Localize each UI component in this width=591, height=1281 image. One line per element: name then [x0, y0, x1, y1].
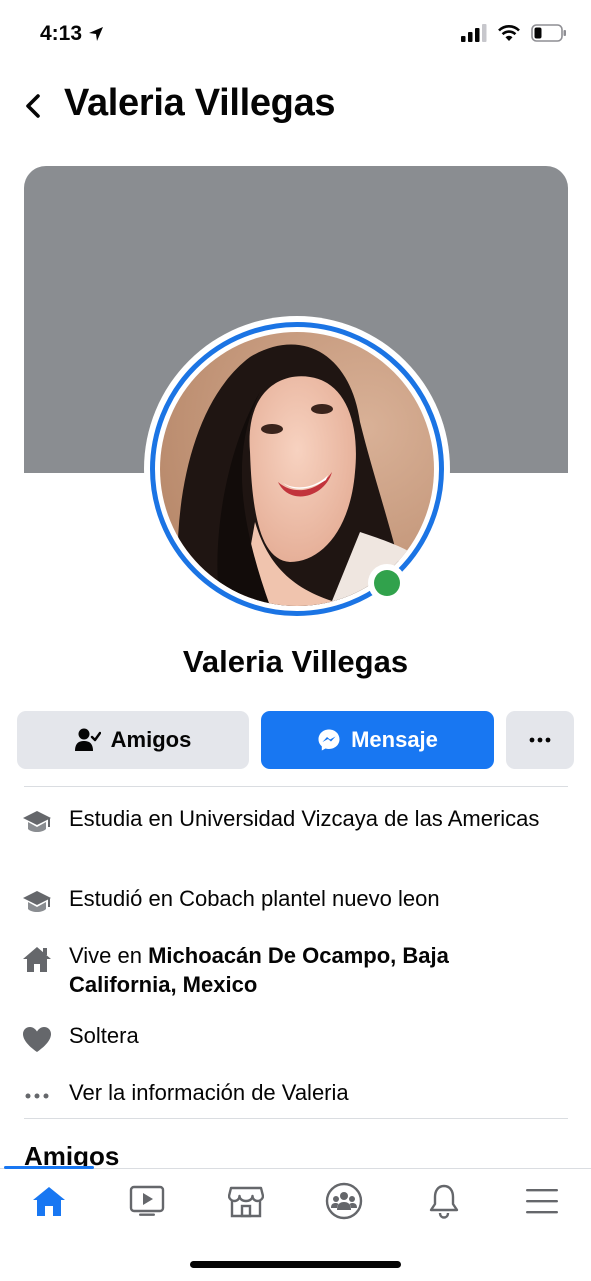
- active-tab-indicator: [4, 1166, 94, 1169]
- info-item-relationship: Soltera: [22, 1021, 562, 1054]
- video-icon: [129, 1185, 165, 1216]
- more-options-button[interactable]: [506, 711, 574, 769]
- online-status-dot: [374, 570, 400, 596]
- home-icon: [33, 1187, 65, 1216]
- info-relationship-text: Soltera: [69, 1023, 139, 1048]
- friends-check-icon: [74, 728, 101, 751]
- message-button-label: Mensaje: [351, 727, 438, 752]
- more-dots-icon: [22, 1081, 52, 1111]
- info-study-current-text: Estudia en Universidad Vizcaya de las Am…: [69, 806, 540, 831]
- see-more-info-text: Ver la información de Valeria: [69, 1080, 349, 1105]
- tab-home[interactable]: [19, 1178, 79, 1224]
- message-button[interactable]: Mensaje: [261, 711, 494, 769]
- notifications-icon: [429, 1184, 459, 1219]
- menu-icon: [526, 1189, 558, 1214]
- page-title: Valeria Villegas: [64, 82, 336, 124]
- back-button[interactable]: [18, 88, 48, 124]
- friends-button[interactable]: Amigos: [17, 711, 249, 769]
- cellular-signal-icon: [461, 24, 487, 42]
- home-icon: [22, 944, 52, 974]
- heart-icon: [22, 1024, 52, 1054]
- location-arrow-icon: [89, 27, 104, 41]
- section-divider: [24, 786, 568, 787]
- home-indicator: [190, 1261, 401, 1268]
- tab-watch[interactable]: [117, 1178, 177, 1224]
- chevron-left-icon: [26, 94, 40, 118]
- info-study-past-text: Estudió en Cobach plantel nuevo leon: [69, 886, 440, 911]
- tab-menu[interactable]: [512, 1178, 572, 1224]
- battery-icon: [531, 24, 566, 42]
- graduation-cap-icon: [22, 887, 52, 917]
- wifi-icon: [498, 25, 520, 41]
- see-more-info-link[interactable]: Ver la información de Valeria: [22, 1078, 562, 1111]
- tab-notifications[interactable]: [414, 1178, 474, 1224]
- status-indicators: [461, 24, 567, 42]
- tab-groups[interactable]: [314, 1178, 374, 1224]
- section-divider: [24, 1118, 568, 1119]
- messenger-icon: [318, 729, 340, 751]
- tab-marketplace[interactable]: [216, 1178, 276, 1224]
- marketplace-icon: [228, 1186, 264, 1218]
- friends-button-label: Amigos: [110, 727, 192, 752]
- info-item-lives-in: Vive en Michoacán De Ocampo, Baja Califo…: [22, 941, 562, 999]
- lives-prefix: Vive en: [69, 943, 149, 968]
- info-item-study-current: Estudia en Universidad Vizcaya de las Am…: [22, 804, 562, 837]
- status-time-label: 4:13: [40, 22, 83, 45]
- graduation-cap-icon: [22, 807, 52, 837]
- more-dots-icon: [529, 737, 551, 743]
- profile-name: Valeria Villegas: [182, 644, 409, 679]
- info-lives-text: Vive en Michoacán De Ocampo, Baja Califo…: [69, 941, 562, 999]
- info-item-study-past: Estudió en Cobach plantel nuevo leon: [22, 884, 562, 917]
- groups-icon: [325, 1182, 363, 1220]
- status-time: 4:13: [40, 22, 104, 46]
